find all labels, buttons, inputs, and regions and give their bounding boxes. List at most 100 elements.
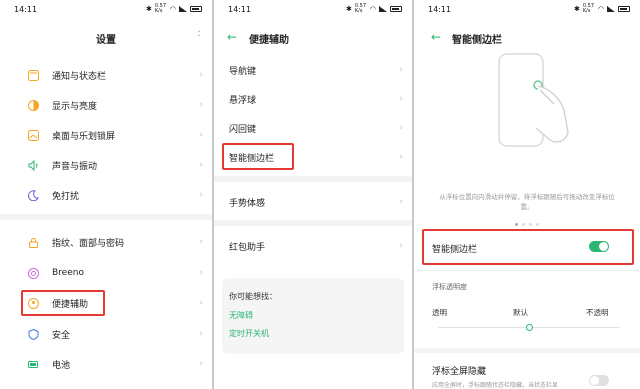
- opacity-label-default: 默认: [513, 308, 528, 317]
- back-arrow-icon[interactable]: ←: [431, 30, 441, 44]
- moon-icon: [27, 189, 39, 201]
- settings-item-breeno[interactable]: Breeno ›: [0, 259, 212, 287]
- bluetooth-icon: ✱: [146, 5, 152, 13]
- fullscreen-hide-desc: 应用全屏时，浮标跟随状态栏隐藏。当状态栏显: [432, 382, 559, 389]
- conv-item-gestures[interactable]: 手势体感 ›: [214, 188, 412, 216]
- chevron-right-icon: ›: [399, 94, 403, 104]
- chevron-right-icon: ›: [199, 329, 203, 339]
- chevron-right-icon: ›: [199, 237, 203, 247]
- battery-setting-icon: [27, 358, 39, 370]
- chevron-right-icon: ›: [199, 130, 203, 140]
- divider: [414, 270, 640, 271]
- suggestion-card: 你可能想找： 无障碍 定时开关机: [222, 278, 404, 354]
- chevron-right-icon: ›: [399, 197, 403, 207]
- settings-item-notifications[interactable]: 通知与状态栏 ›: [0, 61, 212, 89]
- brightness-icon: [27, 99, 39, 111]
- chevron-right-icon: ›: [199, 70, 203, 80]
- battery-icon: [390, 6, 402, 12]
- conv-item-float-ball[interactable]: 悬浮球 ›: [214, 85, 412, 113]
- chevron-right-icon: ›: [199, 298, 203, 308]
- highlight-box: [21, 290, 105, 316]
- chevron-right-icon: ›: [399, 123, 403, 133]
- signal-icon: [179, 6, 187, 12]
- wallpaper-icon: [27, 129, 39, 141]
- section-divider: [414, 348, 640, 353]
- status-bar: 14:11 ✱ 0.57 K/s ◠: [0, 4, 212, 16]
- conv-item-flashback[interactable]: 闪回键 ›: [214, 114, 412, 142]
- page-title: 设置: [96, 35, 116, 46]
- settings-item-safety[interactable]: 安全 ›: [0, 320, 212, 348]
- chevron-right-icon: ›: [399, 152, 403, 162]
- status-bar: 14:11 ✱ 0.57 K/s ◠: [214, 4, 412, 16]
- battery-icon: [618, 6, 630, 12]
- settings-screen: 14:11 ✱ 0.57 K/s ◠ 设置 · · 通知与状态栏 › 显示与亮度 …: [0, 0, 212, 389]
- settings-item-label: 通知与状态栏: [52, 71, 107, 82]
- page-dot: [522, 223, 525, 226]
- settings-item-label: 桌面与乐划锁屏: [52, 131, 116, 142]
- settings-item-label: Breeno: [52, 268, 84, 278]
- battery-icon: [190, 6, 202, 12]
- settings-item-label: 指纹、面部与密码: [52, 238, 125, 249]
- settings-item-dnd[interactable]: 免打扰 ›: [0, 181, 212, 209]
- opacity-title: 浮标透明度: [432, 283, 467, 291]
- conv-item-red-packet[interactable]: 红包助手 ›: [214, 232, 412, 260]
- conv-item-label: 导航键: [229, 66, 257, 77]
- wifi-icon: ◠: [597, 5, 604, 13]
- page-dot-active: [515, 223, 518, 226]
- more-options-icon[interactable]: · ·: [196, 28, 202, 42]
- sidebar-toggle-label: 智能侧边栏: [432, 245, 478, 255]
- page-indicator: [414, 223, 640, 226]
- convenience-screen: 14:11 ✱ 0.57 K/s ◠ ← 便捷辅助 导航键 › 悬浮球 › 闪回…: [214, 0, 412, 389]
- chevron-right-icon: ›: [399, 65, 403, 75]
- page-title: 便捷辅助: [249, 35, 289, 46]
- suggestion-title: 你可能想找：: [229, 292, 277, 301]
- back-arrow-icon[interactable]: ←: [227, 30, 237, 44]
- signal-icon: [379, 6, 387, 12]
- network-speed: 0.57 K/s: [582, 3, 595, 14]
- conv-item-label: 手势体感: [229, 198, 266, 209]
- status-time: 14:11: [14, 5, 38, 14]
- bluetooth-icon: ✱: [574, 5, 580, 13]
- page-dot: [529, 223, 532, 226]
- settings-item-label: 声音与振动: [52, 161, 98, 172]
- wifi-icon: ◠: [369, 5, 376, 13]
- page-dot: [536, 223, 539, 226]
- signal-icon: [607, 6, 615, 12]
- fullscreen-hide-toggle[interactable]: [589, 375, 609, 386]
- chevron-right-icon: ›: [199, 100, 203, 110]
- settings-item-label: 电池: [52, 360, 71, 371]
- network-speed: 0.57 K/s: [354, 3, 367, 14]
- section-divider: [214, 220, 412, 226]
- settings-item-sound[interactable]: 声音与振动 ›: [0, 151, 212, 179]
- status-time: 14:11: [428, 5, 452, 14]
- smart-sidebar-screen: 14:11 ✱ 0.57 K/s ◠ ← 智能侧边栏 从浮标位置向内滑动并停留，…: [414, 0, 640, 389]
- section-divider: [214, 176, 412, 182]
- settings-item-desktop[interactable]: 桌面与乐划锁屏 ›: [0, 121, 212, 149]
- bluetooth-icon: ✱: [346, 5, 352, 13]
- settings-item-label: 安全: [52, 330, 71, 341]
- settings-item-security-lock[interactable]: 指纹、面部与密码 ›: [0, 228, 212, 256]
- opacity-slider-thumb[interactable]: [526, 324, 533, 331]
- network-speed: 0.57 K/s: [154, 3, 167, 14]
- highlight-box: [222, 143, 294, 170]
- breeno-icon: [27, 267, 39, 279]
- sidebar-illustration: [494, 50, 574, 170]
- speaker-icon: [27, 159, 39, 171]
- chevron-right-icon: ›: [199, 190, 203, 200]
- conv-item-label: 闪回键: [229, 124, 257, 135]
- fullscreen-hide-title: 浮标全屏隐藏: [432, 367, 487, 377]
- notification-icon: [27, 69, 39, 81]
- settings-item-display[interactable]: 显示与亮度 ›: [0, 91, 212, 119]
- lock-icon: [27, 236, 39, 248]
- sidebar-description: 从浮标位置向内滑动并停留，待浮标跟随后可拖动改变浮标位置。: [439, 193, 615, 211]
- shield-icon: [27, 328, 39, 340]
- suggestion-link-scheduled-power[interactable]: 定时开关机: [229, 328, 269, 339]
- settings-item-label: 免打扰: [52, 191, 80, 202]
- settings-item-label: 显示与亮度: [52, 101, 98, 112]
- page-title: 智能侧边栏: [452, 35, 502, 46]
- settings-item-battery[interactable]: 电池 ›: [0, 350, 212, 378]
- status-time: 14:11: [228, 5, 252, 14]
- suggestion-link-accessibility[interactable]: 无障碍: [229, 310, 253, 321]
- sidebar-toggle-switch[interactable]: [589, 241, 609, 252]
- conv-item-nav-keys[interactable]: 导航键 ›: [214, 56, 412, 84]
